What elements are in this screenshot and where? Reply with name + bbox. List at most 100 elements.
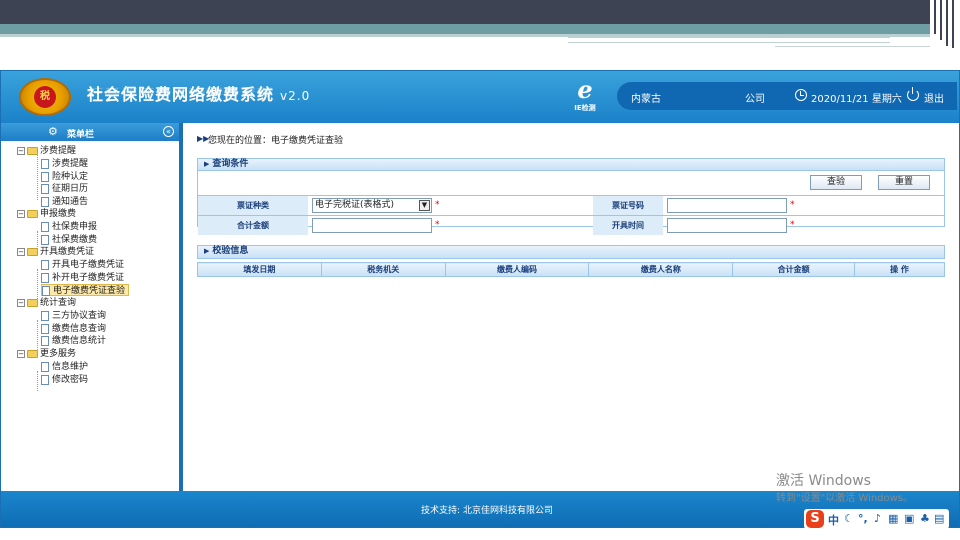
result-section-title: 校验信息	[212, 246, 249, 256]
slide-corner-lines	[930, 0, 960, 48]
collapse-toggle-icon[interactable]: −	[17, 349, 25, 358]
menu-item-pay[interactable]: 社保费缴费	[41, 234, 100, 246]
menu-item-label: 三方协议查询	[52, 311, 107, 321]
menu-group-label: 申报缴费	[40, 209, 77, 219]
menu-item-change-password[interactable]: 修改密码	[41, 374, 91, 386]
issue-time-input[interactable]	[667, 218, 787, 233]
query-panel: 查验 重置 票证种类 电子完税证(表格式) ▼ * 票证号码 * 合计金额 * 开…	[197, 171, 945, 235]
main-content: ▶ ▶ 您现在的位置：电子缴费凭证查验 ▶ 查询条件 查验 重置 票证种类 电子完税…	[187, 123, 959, 491]
column-header[interactable]: 合计金额	[732, 262, 856, 277]
menu-item-label: 信息维护	[52, 362, 89, 372]
ticket-type-label: 票证种类	[198, 196, 308, 215]
menu-item-label: 修改密码	[52, 375, 89, 385]
column-header[interactable]: 操 作	[854, 262, 945, 277]
date-display: 2020/11/21 星期六	[811, 94, 902, 105]
slide-stripe	[568, 37, 890, 43]
ticket-type-select[interactable]: 电子完税证(表格式) ▼	[312, 198, 432, 213]
app-window: 税 社会保险费网络缴费系统 v2.0 社会保险费网络缴费系统 e IE检测 内蒙古…	[0, 70, 960, 528]
required-mark: *	[435, 200, 440, 210]
ime-language-toggle[interactable]: 中	[828, 512, 839, 528]
menu-item-payment-stats[interactable]: 缴费信息统计	[41, 335, 109, 347]
microphone-icon[interactable]: ♪	[874, 512, 881, 525]
query-row-2: 合计金额 * 开具时间 *	[198, 215, 944, 235]
moon-icon[interactable]: ☾	[844, 512, 854, 525]
tree-line	[37, 155, 38, 200]
document-icon	[41, 272, 49, 283]
collapse-toggle-icon[interactable]: −	[17, 247, 25, 256]
document-icon	[41, 374, 49, 385]
menu-item-label: 社保费缴费	[52, 235, 98, 245]
column-header[interactable]: 税务机关	[320, 262, 446, 277]
menu-group-statistics[interactable]: − 统计查询	[17, 297, 76, 310]
sogou-ime-icon[interactable]: S	[806, 510, 824, 528]
ticket-type-value: 电子完税证(表格式)	[315, 200, 395, 210]
document-icon	[41, 183, 49, 194]
grid-menu-icon[interactable]: ▤	[934, 512, 944, 525]
menu-item-insurance-type[interactable]: 险种认定	[41, 171, 91, 183]
column-header[interactable]: 缴费人编码	[444, 262, 590, 277]
collapse-icon[interactable]: «	[163, 126, 174, 137]
menu-item-info-maintain[interactable]: 信息维护	[41, 361, 91, 373]
menu-group-label: 涉费提醒	[40, 146, 77, 156]
menu-group-label: 更多服务	[40, 349, 77, 359]
menu-item-reissue-voucher[interactable]: 补开电子缴费凭证	[41, 272, 127, 284]
required-mark: *	[435, 220, 440, 230]
logout-button[interactable]: 退出	[924, 90, 944, 105]
query-row-1: 票证种类 电子完税证(表格式) ▼ * 票证号码 *	[198, 195, 944, 215]
company-label: 公司	[745, 94, 765, 105]
menu-group-fee-alert[interactable]: − 涉费提醒	[17, 145, 76, 158]
total-amount-label: 合计金额	[198, 216, 308, 235]
document-icon	[41, 259, 49, 270]
ime-toolbar[interactable]: S 中 ☾ °, ♪ ▦ ▣ ♣ ▤	[804, 509, 949, 529]
menu-item-agreement-query[interactable]: 三方协议查询	[41, 310, 109, 322]
total-amount-input[interactable]	[312, 218, 432, 233]
menu-item-label: 开具电子缴费凭证	[52, 260, 125, 270]
collapse-toggle-icon[interactable]: −	[17, 146, 25, 155]
menu-item-notices[interactable]: 通知通告	[41, 196, 91, 208]
collapse-toggle-icon[interactable]: −	[17, 298, 25, 307]
menu-item-fee-alert[interactable]: 涉费提醒	[41, 158, 91, 170]
menu-item-label: 险种认定	[52, 172, 89, 182]
keyboard-icon[interactable]: ▦	[888, 512, 898, 525]
result-section-header: ▶ 校验信息	[197, 245, 945, 259]
ticket-no-label: 票证号码	[593, 196, 663, 215]
menu-item-declare[interactable]: 社保费申报	[41, 221, 100, 233]
section-arrow-icon: ▶	[204, 160, 210, 168]
menu-item-payment-query[interactable]: 缴费信息查询	[41, 323, 109, 335]
activation-watermark-title: 激活 Windows	[776, 473, 871, 489]
document-icon	[41, 361, 49, 372]
column-header[interactable]: 缴费人名称	[588, 262, 734, 277]
slide-top-bar	[0, 0, 960, 24]
menu-item-levy-calendar[interactable]: 征期日历	[41, 183, 91, 195]
system-title-reflection: 社会保险费网络缴费系统	[87, 86, 274, 100]
menu-title: 菜单栏	[67, 130, 95, 140]
tree-line	[37, 371, 38, 391]
menu-group-label: 开具缴费凭证	[40, 247, 95, 257]
menu-item-label: 涉费提醒	[52, 159, 89, 169]
ie-check-button[interactable]: e IE检测	[567, 77, 603, 117]
collapse-toggle-icon[interactable]: −	[17, 209, 25, 218]
reset-button[interactable]: 重置	[878, 175, 930, 190]
emblem-center: 税	[34, 86, 56, 108]
clock-icon	[795, 89, 807, 101]
column-header[interactable]: 填发日期	[197, 262, 322, 277]
document-icon	[41, 221, 49, 232]
chevron-down-icon[interactable]: ▼	[419, 200, 430, 211]
required-mark: *	[790, 220, 795, 230]
punctuation-icon[interactable]: °,	[858, 512, 868, 525]
ticket-no-input[interactable]	[667, 198, 787, 213]
menu-item-verify-voucher[interactable]: 电子缴费凭证查验	[41, 284, 130, 296]
menu-group-more[interactable]: − 更多服务	[17, 348, 76, 361]
menu-item-issue-voucher[interactable]: 开具电子缴费凭证	[41, 259, 127, 271]
toolbox-icon[interactable]: ▣	[904, 512, 914, 525]
skin-icon[interactable]: ♣	[920, 512, 930, 525]
menu-group-voucher[interactable]: − 开具缴费凭证	[17, 246, 94, 259]
verify-button[interactable]: 查验	[810, 175, 862, 190]
menu-group-declare-pay[interactable]: − 申报缴费	[17, 208, 76, 221]
document-icon	[41, 310, 49, 321]
document-icon	[41, 234, 49, 245]
tax-emblem-icon: 税	[19, 78, 71, 116]
power-icon[interactable]	[907, 87, 919, 101]
issue-time-label: 开具时间	[593, 216, 663, 235]
menu-item-label: 社保费申报	[52, 222, 98, 232]
